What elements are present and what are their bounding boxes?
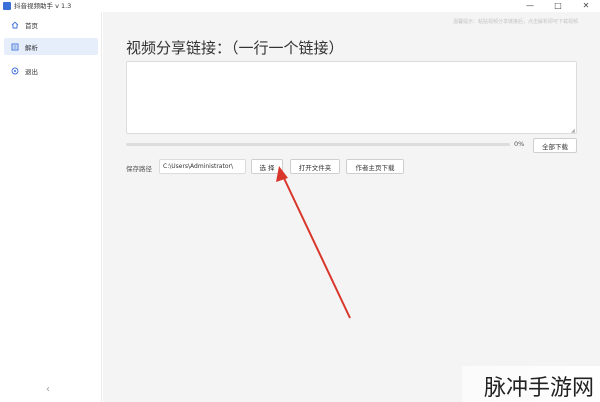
resize-grip-icon[interactable]: ◢ bbox=[571, 128, 575, 134]
sidebar-item-label: 解析 bbox=[25, 43, 38, 52]
link-input[interactable] bbox=[126, 61, 577, 134]
author-homepage-download-button[interactable]: 作者主页下载 bbox=[346, 159, 404, 174]
page-title: 视频分享链接：（一行一个链接） bbox=[126, 39, 344, 57]
window-title: 抖音视频助手 v 1.3 bbox=[14, 2, 72, 10]
home-icon bbox=[11, 21, 19, 29]
sidebar-item-label: 退出 bbox=[25, 67, 38, 76]
download-all-button[interactable]: 全部下载 bbox=[533, 138, 577, 153]
save-path-label: 保存路径 bbox=[126, 165, 152, 173]
progress-percent: 0% bbox=[514, 140, 525, 148]
title-bar: 抖音视频助手 v 1.3 — □ ✕ bbox=[0, 0, 600, 12]
sidebar-item-exit[interactable]: 退出 bbox=[4, 62, 98, 79]
main-panel: 温馨提示：粘贴视频分享链接后，点击解析即可下载视频 视频分享链接：（一行一个链接… bbox=[103, 12, 600, 402]
progress-bar bbox=[126, 143, 510, 146]
window-controls: — □ ✕ bbox=[516, 0, 600, 12]
sidebar-item-home[interactable]: 首页 bbox=[4, 16, 98, 33]
maximize-button[interactable]: □ bbox=[544, 0, 572, 12]
collapse-sidebar-icon[interactable]: ‹ bbox=[46, 384, 50, 395]
watermark: 脉冲手游网 bbox=[462, 366, 600, 402]
minimize-button[interactable]: — bbox=[516, 0, 544, 12]
sidebar-item-parse[interactable]: 解析 bbox=[4, 38, 98, 55]
parse-icon bbox=[11, 43, 19, 51]
save-path-input[interactable] bbox=[159, 159, 246, 174]
exit-icon bbox=[11, 67, 19, 75]
select-path-button[interactable]: 选 择 bbox=[251, 159, 283, 174]
open-folder-button[interactable]: 打开文件夹 bbox=[290, 159, 340, 174]
close-button[interactable]: ✕ bbox=[572, 0, 600, 12]
app-logo-icon bbox=[3, 2, 11, 10]
watermark-text: 脉冲手游网 bbox=[483, 376, 594, 401]
tip-text: 温馨提示：粘贴视频分享链接后，点击解析即可下载视频 bbox=[452, 19, 578, 25]
sidebar: 首页 解析 退出 ‹ bbox=[0, 12, 102, 402]
sidebar-item-label: 首页 bbox=[25, 21, 38, 30]
